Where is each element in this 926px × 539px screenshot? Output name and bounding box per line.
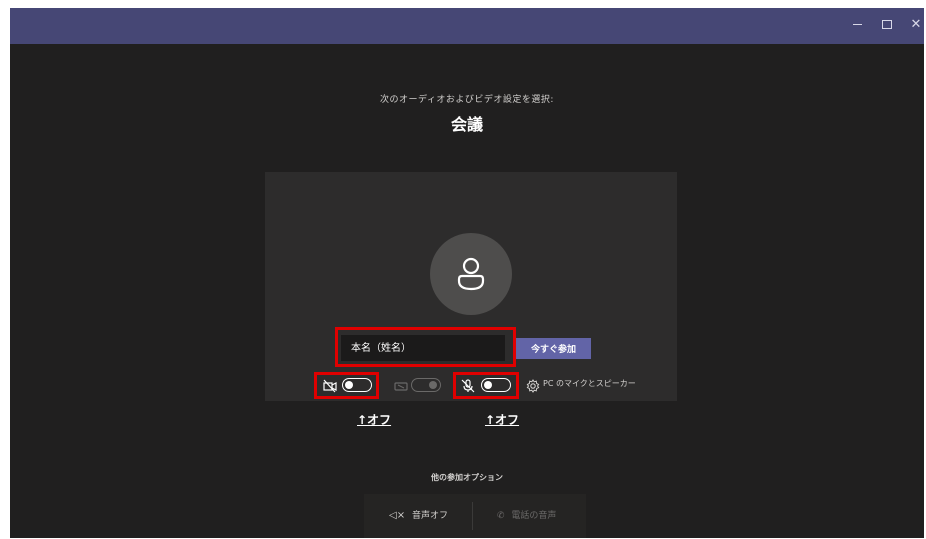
prejoin-subtitle: 次のオーディオおよびビデオ設定を選択:: [380, 95, 554, 105]
microphone-toggle[interactable]: [481, 378, 511, 392]
camera-off-annotation: ↑オフ: [357, 413, 392, 427]
background-blur-icon: [394, 382, 408, 391]
phone-icon: ✆: [497, 511, 505, 521]
avatar: [430, 233, 512, 315]
phone-audio-button[interactable]: ✆ 電話の音声: [497, 508, 556, 521]
name-input[interactable]: [341, 335, 505, 361]
mic-off-annotation: ↑オフ: [485, 413, 520, 427]
camera-toggle[interactable]: [342, 378, 372, 392]
background-blur-toggle[interactable]: [411, 378, 441, 392]
gear-icon[interactable]: [526, 379, 540, 393]
camera-off-icon: [323, 379, 337, 393]
maximize-button[interactable]: [876, 14, 898, 36]
phone-audio-label: 電話の音声: [511, 511, 557, 521]
audio-off-label: 音声オフ: [411, 511, 448, 521]
other-join-options-bar: ◁× 音声オフ ✆ 電話の音声: [364, 494, 586, 538]
toggle-knob: [484, 380, 492, 389]
speaker-off-icon: ◁×: [389, 510, 406, 521]
title-bar: ✕: [10, 8, 924, 44]
person-icon: [457, 257, 485, 291]
toggle-knob: [345, 380, 353, 389]
toggle-knob: [429, 380, 437, 389]
video-preview-panel: 今すぐ参加: [265, 172, 677, 401]
other-join-options-heading: 他の参加オプション: [431, 473, 503, 482]
close-button[interactable]: ✕: [905, 14, 924, 36]
minimize-button[interactable]: [846, 14, 868, 36]
divider: [472, 502, 473, 530]
minimize-icon: [852, 24, 862, 25]
audio-off-button[interactable]: ◁× 音声オフ: [389, 508, 448, 521]
maximize-icon: [882, 20, 892, 29]
join-now-button[interactable]: 今すぐ参加: [516, 338, 591, 359]
meeting-title: 会議: [450, 115, 483, 134]
teams-prejoin-window: ✕ 次のオーディオおよびビデオ設定を選択: 会議 今すぐ参加: [10, 8, 924, 538]
device-settings-label[interactable]: PC のマイクとスピーカー: [543, 378, 636, 389]
close-icon: ✕: [910, 17, 922, 32]
mic-off-icon: [461, 379, 475, 393]
